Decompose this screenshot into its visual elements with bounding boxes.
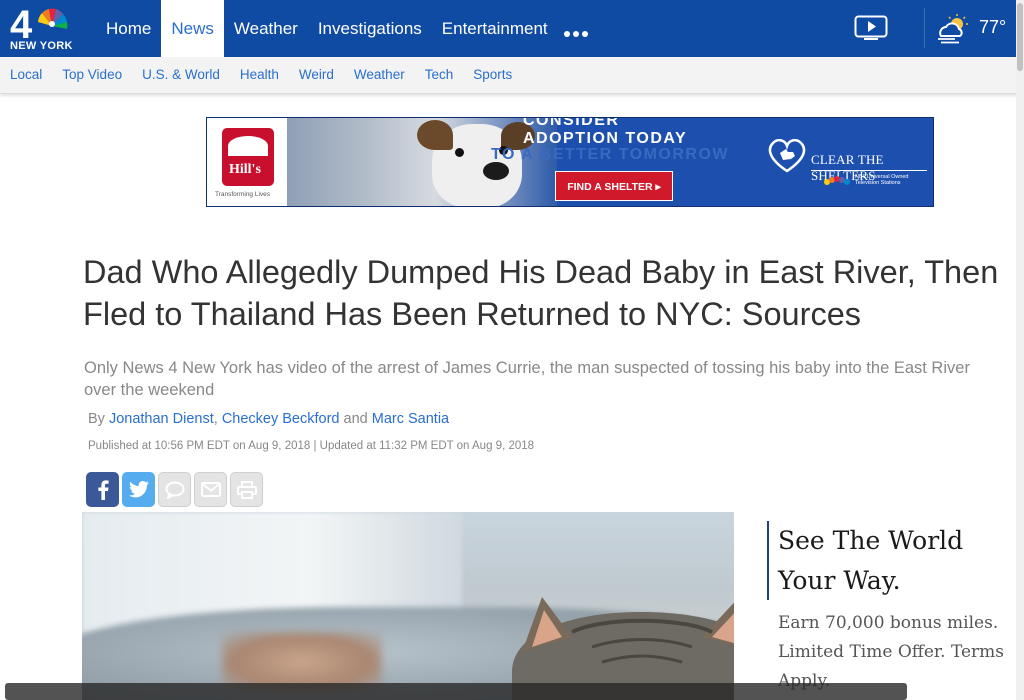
nav-item-investigations[interactable]: Investigations [308, 0, 432, 57]
email-icon [200, 482, 221, 497]
ad-hills-tagline: Transforming Lives [215, 191, 271, 198]
nav-item-news[interactable]: News [161, 0, 224, 57]
svg-text:4: 4 [10, 4, 33, 44]
article-hero-image[interactable] [82, 512, 734, 700]
main-nav: Home News Weather Investigations Enterta… [96, 0, 558, 57]
video-play-icon[interactable] [854, 15, 888, 41]
ad-headline-top: CONSIDER [523, 117, 620, 129]
headline-line-2: Fled to Thailand Has Been Returned to NY… [83, 296, 862, 332]
email-share-button[interactable] [194, 472, 227, 507]
subnav-item-top-video[interactable]: Top Video [52, 57, 132, 93]
vertical-scrollbar-thumb[interactable] [1017, 3, 1023, 71]
heart-dog-icon [765, 135, 809, 175]
sub-nav: Local Top Video U.S. & World Health Weir… [0, 57, 1024, 94]
comment-icon [165, 481, 184, 499]
partly-cloudy-icon[interactable] [935, 14, 971, 44]
nav-item-entertainment[interactable]: Entertainment [432, 0, 558, 57]
byline-separator: and [339, 411, 372, 427]
dek-line-2: over the weekend [84, 381, 215, 399]
nbc-peacock-icon [823, 174, 851, 185]
subnav-item-local[interactable]: Local [0, 57, 52, 93]
article-headline: Dad Who Allegedly Dumped His Dead Baby i… [83, 251, 1024, 335]
print-icon [236, 480, 257, 499]
subnav-item-weird[interactable]: Weird [289, 57, 344, 93]
dek-line-1: Only News 4 New York has video of the ar… [84, 359, 970, 377]
facebook-share-button[interactable] [86, 472, 119, 507]
subnav-item-sports[interactable]: Sports [463, 57, 522, 93]
headline-line-1: Dad Who Allegedly Dumped His Dead Baby i… [83, 254, 999, 290]
subnav-item-us-world[interactable]: U.S. & World [132, 57, 230, 93]
ad-partner-sub: NBCUniversal Owned Television Stations [855, 174, 909, 186]
find-shelter-button[interactable]: FIND A SHELTER ▸ [555, 171, 673, 201]
byline-prefix: By [88, 411, 109, 427]
twitter-share-button[interactable] [122, 472, 155, 507]
facebook-icon [97, 479, 109, 500]
author-link[interactable]: Checkey Beckford [222, 411, 340, 427]
more-dots-icon[interactable] [564, 21, 588, 44]
sponsor-title-line-2: Your Way. [778, 566, 901, 595]
nav-item-weather[interactable]: Weather [224, 0, 308, 57]
subnav-item-weather[interactable]: Weather [344, 57, 415, 93]
share-toolbar [86, 472, 263, 507]
sponsor-title-line-1: See The World [778, 526, 964, 555]
logo-text: NEW YORK [10, 40, 73, 52]
twitter-icon [128, 481, 149, 498]
subnav-item-tech[interactable]: Tech [415, 57, 464, 93]
author-link[interactable]: Jonathan Dienst [109, 411, 214, 427]
ad-ghost-text: TO A BETTER TOMORROW [491, 146, 729, 163]
comment-button[interactable] [158, 472, 191, 507]
publish-timestamp: Published at 10:56 PM EDT on Aug 9, 2018… [88, 440, 535, 452]
author-link[interactable]: Marc Santia [372, 411, 449, 427]
nav-divider [924, 8, 925, 48]
print-button[interactable] [230, 472, 263, 507]
article-byline: By Jonathan Dienst, Checkey Beckford and… [88, 411, 449, 427]
nav-item-home[interactable]: Home [96, 0, 161, 57]
horizontal-scrollbar-thumb[interactable] [5, 683, 907, 700]
sponsor-title[interactable]: See The World Your Way. [778, 521, 1018, 601]
top-nav-bar: 4 NEW YORK Home News Weather Investigati… [0, 0, 1024, 57]
ad-hills-brand: Hill's [229, 162, 261, 177]
ad-banner[interactable]: Hill's Transforming Lives CONSIDER ADOPT… [206, 117, 934, 207]
ad-hills-logo: Hill's Transforming Lives [207, 118, 287, 206]
sponsor-body-line-2: Limited Time Offer. Terms [778, 642, 1005, 662]
sponsor-accent-bar [767, 521, 769, 600]
subnav-item-health[interactable]: Health [230, 57, 289, 93]
sponsor-body-line-1: Earn 70,000 bonus miles. [778, 613, 999, 633]
weather-temp[interactable]: 77° [979, 17, 1006, 38]
byline-separator: , [213, 411, 222, 427]
article-dek: Only News 4 New York has video of the ar… [84, 357, 1024, 401]
